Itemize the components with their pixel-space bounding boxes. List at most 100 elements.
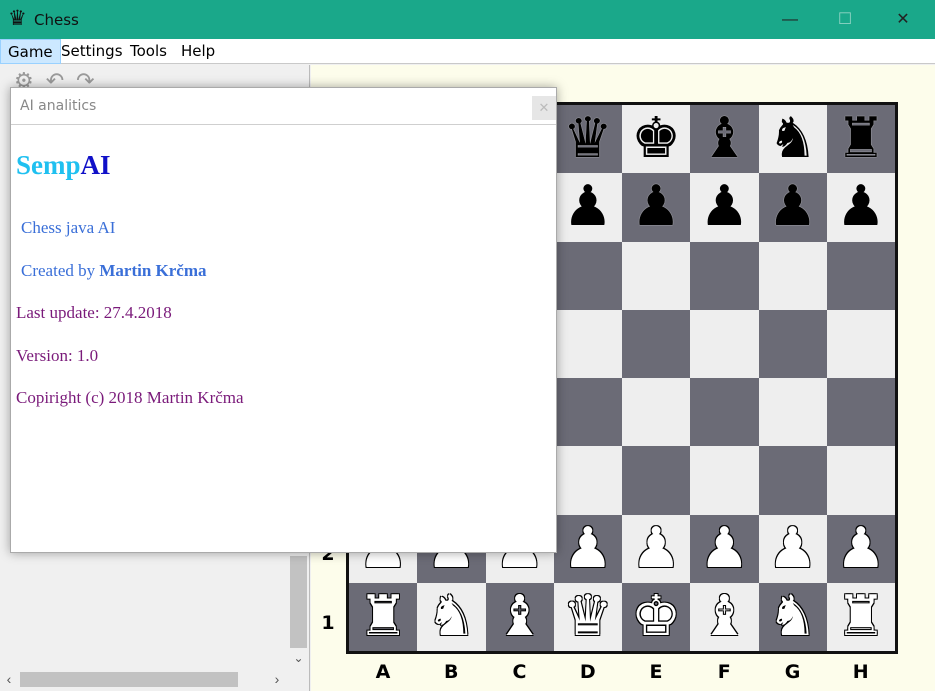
white-knight-icon[interactable]: ♞	[426, 588, 476, 645]
maximize-button[interactable]: ☐	[822, 0, 868, 39]
window-title: Chess	[34, 11, 79, 29]
app-name: SempAI	[16, 150, 111, 181]
last-update: Last update: 27.4.2018	[16, 303, 172, 322]
white-pawn-icon[interactable]: ♟	[631, 520, 681, 577]
version: Version: 1.0	[16, 346, 99, 365]
board-square[interactable]	[622, 446, 691, 515]
board-square[interactable]: ♝	[485, 582, 554, 651]
board-square[interactable]	[826, 446, 895, 515]
board-square[interactable]: ♟	[553, 514, 622, 583]
black-pawn-icon[interactable]: ♟	[768, 179, 818, 235]
file-label: F	[717, 661, 731, 683]
board-square[interactable]: ♟	[758, 173, 827, 242]
board-square[interactable]: ♟	[622, 173, 691, 242]
minimize-button[interactable]: —	[767, 0, 813, 39]
scroll-left-icon[interactable]: ‹	[0, 670, 18, 688]
board-square[interactable]: ♚	[622, 582, 691, 651]
white-bishop-icon[interactable]: ♝	[495, 588, 545, 645]
file-label: C	[512, 661, 527, 683]
file-label: D	[579, 661, 596, 683]
black-pawn-icon[interactable]: ♟	[631, 179, 681, 235]
board-square[interactable]: ♜	[349, 582, 418, 651]
copyright: Copiright (c) 2018 Martin Krčma	[16, 388, 244, 407]
board-square[interactable]: ♝	[690, 105, 759, 174]
board-square[interactable]: ♜	[826, 105, 895, 174]
board-square[interactable]: ♛	[553, 582, 622, 651]
board-square[interactable]	[826, 241, 895, 310]
white-rook-icon[interactable]: ♜	[358, 588, 408, 645]
horizontal-scrollbar[interactable]: ‹ ›	[0, 668, 288, 691]
board-square[interactable]	[690, 446, 759, 515]
black-pawn-icon[interactable]: ♟	[699, 179, 749, 235]
board-square[interactable]: ♞	[758, 582, 827, 651]
ai-analytics-dialog: AI analitics ✕ SempAI Chess java AI Crea…	[10, 87, 557, 553]
white-pawn-icon[interactable]: ♟	[699, 520, 749, 577]
board-square[interactable]: ♝	[690, 582, 759, 651]
white-rook-icon[interactable]: ♜	[836, 588, 886, 645]
file-label: E	[649, 661, 663, 683]
white-bishop-icon[interactable]: ♝	[699, 588, 749, 645]
scroll-right-icon[interactable]: ›	[268, 670, 286, 688]
black-pawn-icon[interactable]: ♟	[836, 179, 886, 235]
board-square[interactable]: ♟	[826, 514, 895, 583]
black-knight-icon[interactable]: ♞	[768, 111, 818, 167]
file-label: B	[444, 661, 459, 683]
black-pawn-icon[interactable]: ♟	[563, 179, 613, 235]
app-name-part2: AI	[80, 150, 111, 180]
board-square[interactable]	[690, 309, 759, 378]
dialog-title-bar: AI analitics ✕	[11, 88, 556, 125]
dialog-close-button[interactable]: ✕	[532, 96, 556, 120]
board-square[interactable]	[553, 241, 622, 310]
title-bar: ♛ Chess — ☐ ✕	[0, 0, 935, 39]
black-rook-icon[interactable]: ♜	[836, 111, 886, 167]
board-square[interactable]	[553, 309, 622, 378]
board-square[interactable]: ♚	[622, 105, 691, 174]
board-square[interactable]: ♟	[690, 514, 759, 583]
menu-bar: Game Settings Tools Help	[0, 39, 935, 64]
close-button[interactable]: ✕	[880, 0, 926, 39]
created-prefix: Created by	[21, 261, 100, 280]
dialog-title: AI analitics	[20, 98, 97, 114]
white-pawn-icon[interactable]: ♟	[768, 520, 818, 577]
white-pawn-icon[interactable]: ♟	[563, 520, 613, 577]
white-knight-icon[interactable]: ♞	[768, 588, 818, 645]
scroll-thumb[interactable]	[20, 672, 238, 687]
board-square[interactable]	[553, 378, 622, 447]
board-square[interactable]: ♟	[826, 173, 895, 242]
board-square[interactable]: ♟	[690, 173, 759, 242]
board-square[interactable]: ♜	[826, 582, 895, 651]
black-queen-icon[interactable]: ♛	[563, 111, 613, 167]
white-pawn-icon[interactable]: ♟	[836, 520, 886, 577]
board-square[interactable]: ♞	[758, 105, 827, 174]
board-square[interactable]	[758, 446, 827, 515]
white-queen-icon[interactable]: ♛	[563, 588, 613, 645]
scroll-thumb[interactable]	[290, 556, 307, 648]
menu-settings[interactable]: Settings	[54, 39, 130, 64]
author-name: Martin Krčma	[99, 261, 207, 280]
board-square[interactable]	[690, 378, 759, 447]
board-square[interactable]: ♟	[758, 514, 827, 583]
board-square[interactable]: ♞	[417, 582, 486, 651]
black-king-icon[interactable]: ♚	[631, 111, 681, 167]
board-square[interactable]	[826, 378, 895, 447]
board-square[interactable]	[622, 309, 691, 378]
black-bishop-icon[interactable]: ♝	[699, 111, 749, 167]
menu-help[interactable]: Help	[174, 39, 222, 64]
board-square[interactable]	[553, 446, 622, 515]
app-name-part1: Semp	[16, 150, 81, 180]
menu-game[interactable]: Game	[0, 39, 61, 64]
board-square[interactable]: ♛	[553, 105, 622, 174]
board-square[interactable]: ♟	[622, 514, 691, 583]
scroll-down-icon[interactable]: ⌄	[288, 649, 309, 667]
board-square[interactable]	[826, 309, 895, 378]
board-square[interactable]: ♟	[553, 173, 622, 242]
menu-tools[interactable]: Tools	[123, 39, 174, 64]
board-square[interactable]	[758, 378, 827, 447]
board-square[interactable]	[622, 378, 691, 447]
board-square[interactable]	[758, 309, 827, 378]
rank-label: 1	[321, 612, 335, 634]
board-square[interactable]	[690, 241, 759, 310]
board-square[interactable]	[622, 241, 691, 310]
white-king-icon[interactable]: ♚	[631, 588, 681, 645]
board-square[interactable]	[758, 241, 827, 310]
